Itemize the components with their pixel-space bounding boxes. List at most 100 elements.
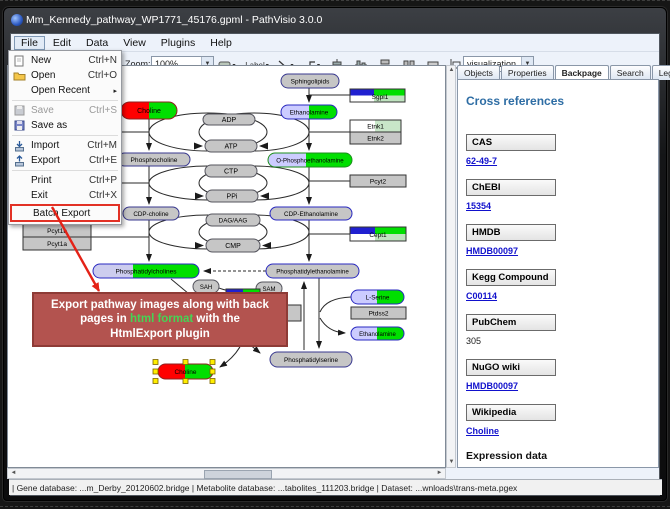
xref-link[interactable]: 15354	[466, 201, 650, 211]
node-ppi[interactable]: PPi	[206, 190, 258, 202]
xref-section-nugo: NuGO wiki HMDB00097	[466, 357, 650, 391]
file-menu-open[interactable]: Open Ctrl+O	[9, 68, 121, 83]
node-cdp-choline[interactable]: CDP-choline	[123, 207, 179, 220]
file-menu-print[interactable]: Print Ctrl+P	[9, 173, 121, 188]
canvas-horizontal-scrollbar[interactable]: ◄ ►	[7, 468, 446, 479]
gene-pcyt1b[interactable]: Pcyt1b	[23, 224, 91, 237]
gene-ptdss2[interactable]: Ptdss2	[351, 307, 406, 319]
menu-plugins[interactable]: Plugins	[154, 36, 202, 50]
xref-link[interactable]: Choline	[466, 426, 650, 436]
tab-properties[interactable]: Properties	[501, 65, 554, 80]
file-menu-exit[interactable]: Exit Ctrl+X	[9, 188, 121, 203]
annotation-line-3: HtmlExport plugin	[34, 327, 286, 341]
svg-text:Ethanolamine: Ethanolamine	[359, 332, 396, 338]
file-menu-open-recent[interactable]: Open Recent ▸	[9, 83, 121, 98]
svg-text:CDP-Ethanolamine: CDP-Ethanolamine	[284, 211, 338, 218]
xref-header: PubChem	[466, 314, 556, 331]
file-menu-new[interactable]: New Ctrl+N	[9, 53, 121, 68]
scroll-down-icon[interactable]: ▼	[446, 458, 457, 467]
node-phosphatidylserine[interactable]: Phosphatidylserine	[270, 352, 352, 367]
xref-link[interactable]: 62-49-7	[466, 156, 650, 166]
window-title: Mm_Kennedy_pathway_WP1771_45176.gpml - P…	[26, 14, 322, 26]
xref-section-cas: CAS 62-49-7	[466, 132, 650, 166]
svg-text:Ethanolamine: Ethanolamine	[290, 110, 329, 117]
menu-help[interactable]: Help	[203, 36, 239, 50]
decorative-dashed-line-bottom	[0, 506, 670, 507]
svg-text:Ptdss2: Ptdss2	[369, 311, 389, 318]
node-choline-selected[interactable]: Choline	[153, 360, 215, 384]
tab-search[interactable]: Search	[610, 65, 651, 80]
svg-text:Phosphocholine: Phosphocholine	[131, 157, 178, 164]
tab-backpage[interactable]: Backpage	[555, 65, 609, 80]
menu-file[interactable]: File	[14, 36, 45, 50]
horizontal-scroll-thumb[interactable]	[204, 470, 272, 479]
node-o-phosphoethanolamine[interactable]: O-Phosphoethanolamine	[268, 153, 352, 167]
menu-data[interactable]: Data	[79, 36, 115, 50]
xref-header: Wikipedia	[466, 404, 556, 421]
file-menu-dropdown: New Ctrl+N Open Ctrl+O Open Recent ▸ Sav…	[8, 50, 122, 225]
node-phosphatidylcholines[interactable]: Phosphatidylcholines	[93, 264, 199, 278]
gene-cept1[interactable]: Cept1	[350, 227, 406, 241]
svg-text:Pcyt1b: Pcyt1b	[47, 228, 67, 235]
gene-pcyt2[interactable]: Pcyt2	[350, 175, 406, 187]
tab-legend[interactable]: Legend	[652, 65, 670, 80]
svg-text:ATP: ATP	[224, 144, 237, 151]
node-cdp-ethanolamine[interactable]: CDP-Ethanolamine	[270, 207, 352, 220]
svg-text:Etnk1: Etnk1	[367, 124, 384, 131]
menu-separator	[12, 135, 118, 136]
title-bar[interactable]: Mm_Kennedy_pathway_WP1771_45176.gpml - P…	[4, 8, 666, 32]
node-phosphatidylethanolamine[interactable]: Phosphatidylethanolamine	[266, 264, 359, 278]
node-ethanolamine-2[interactable]: Ethanolamine	[351, 327, 404, 340]
status-text: | Gene database: ...m_Derby_20120602.bri…	[12, 483, 517, 493]
xref-link[interactable]: C00114	[466, 291, 650, 301]
tab-objects[interactable]: Objects	[457, 65, 500, 80]
xref-header: HMDB	[466, 224, 556, 241]
backpage-content: Cross references CAS 62-49-7 ChEBI 15354…	[457, 79, 659, 468]
decorative-dashed-line-top	[0, 0, 670, 1]
xref-header: Kegg Compound	[466, 269, 556, 286]
file-menu-batch-export[interactable]: Batch Export	[10, 204, 120, 222]
node-phosphocholine[interactable]: Phosphocholine	[118, 153, 190, 166]
node-l-serine[interactable]: L-Serine	[351, 290, 404, 304]
callout-annotation: Export pathway images along with back pa…	[32, 292, 288, 347]
xref-header: CAS	[466, 134, 556, 151]
node-sphingolipids[interactable]: Sphingolipids	[281, 74, 339, 88]
node-choline[interactable]: Choline	[121, 102, 177, 119]
xref-link[interactable]: HMDB00097	[466, 246, 650, 256]
canvas-vertical-scrollbar[interactable]: ▲ ▼	[446, 65, 456, 468]
node-ethanolamine[interactable]: Ethanolamine	[281, 105, 337, 119]
node-ctp[interactable]: CTP	[205, 165, 257, 177]
menu-view[interactable]: View	[116, 36, 153, 50]
file-menu-export[interactable]: Export Ctrl+E	[9, 153, 121, 168]
screenshot-stage: Mm_Kennedy_pathway_WP1771_45176.gpml - P…	[0, 0, 670, 509]
node-cmp[interactable]: CMP	[206, 239, 260, 252]
scroll-left-icon[interactable]: ◄	[8, 469, 19, 478]
node-dag-aag[interactable]: DAG/AAG	[206, 214, 260, 226]
app-icon	[11, 14, 23, 26]
xref-section-kegg: Kegg Compound C00114	[466, 267, 650, 301]
svg-text:Pcyt2: Pcyt2	[370, 179, 387, 186]
expression-data-heading: Expression data	[466, 450, 650, 462]
scroll-right-icon[interactable]: ►	[434, 469, 445, 478]
gene-etnk2[interactable]: Etnk2	[350, 132, 401, 144]
svg-text:Sphingolipids: Sphingolipids	[291, 79, 330, 86]
svg-text:SAH: SAH	[200, 285, 212, 291]
node-adp[interactable]: ADP	[203, 114, 255, 125]
xref-section-wikipedia: Wikipedia Choline	[466, 402, 650, 436]
xref-header: NuGO wiki	[466, 359, 556, 376]
gene-sgpl1[interactable]: Sgpl1	[350, 89, 405, 102]
gene-etnk1[interactable]: Etnk1	[350, 120, 401, 132]
menu-edit[interactable]: Edit	[46, 36, 78, 50]
scroll-up-icon[interactable]: ▲	[446, 66, 457, 75]
file-menu-import[interactable]: Import Ctrl+M	[9, 138, 121, 153]
file-menu-save-as[interactable]: Save as	[9, 118, 121, 133]
xref-value: 305	[466, 336, 650, 346]
file-menu-save[interactable]: Save Ctrl+S	[9, 103, 121, 118]
status-bar: | Gene database: ...m_Derby_20120602.bri…	[9, 479, 662, 495]
gene-pcyt1a[interactable]: Pcyt1a	[23, 237, 91, 250]
xref-link[interactable]: HMDB00097	[466, 381, 650, 391]
node-atp[interactable]: ATP	[205, 140, 257, 152]
svg-text:CTP: CTP	[224, 169, 238, 176]
submenu-arrow-icon: ▸	[113, 87, 117, 95]
panel-tabs: Objects Properties Backpage Search Legen…	[457, 65, 659, 80]
